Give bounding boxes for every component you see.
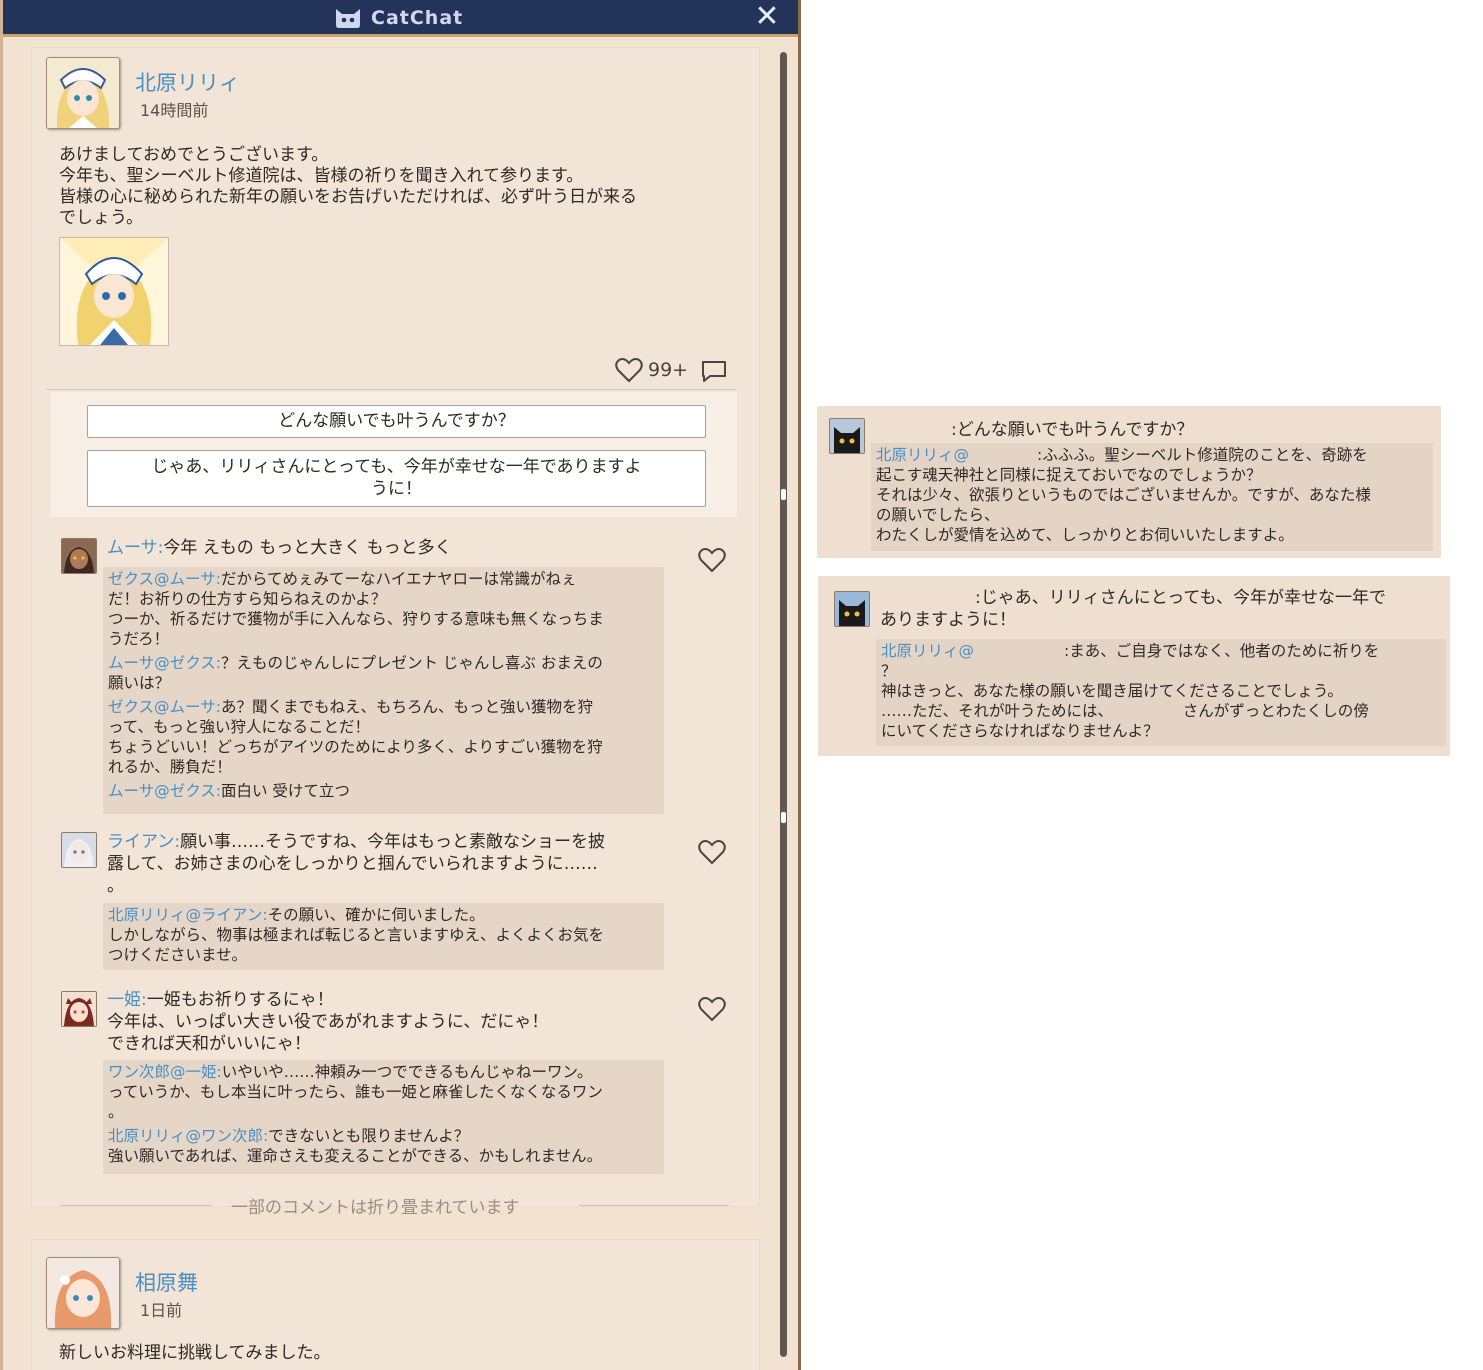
feed-scroll-area[interactable]: 北原リリィ 14時間前 あけましておめでとうございます。 今年も、聖シーベルト修… <box>3 37 798 1370</box>
post-author[interactable]: 北原リリィ <box>135 67 240 97</box>
comment-icon[interactable] <box>700 359 728 383</box>
scroll-marker <box>781 489 786 500</box>
heart-icon[interactable] <box>698 839 726 865</box>
post-time: 1日前 <box>140 1301 183 1320</box>
cat-avatar <box>829 418 865 454</box>
divider <box>61 1205 211 1206</box>
avatar[interactable] <box>61 538 97 574</box>
collapsed-comments-note[interactable]: 一部のコメントは折り畳まれています <box>231 1193 520 1218</box>
app-title-text: CatChat <box>371 7 464 29</box>
heart-icon[interactable] <box>698 996 726 1022</box>
like-count: 99+ <box>648 359 689 381</box>
reply-thread: 北原リリィ@:まあ、ご自身ではなく、他者のために祈りを ？ 神はきっと、あなた様… <box>876 639 1446 746</box>
quick-reply-button-2[interactable]: じゃあ、リリィさんにとっても、今年が幸せな一年でありますよ うに！ <box>87 450 706 507</box>
comment: ムーサ:今年 えもの もっと大きく もっと多く <box>107 538 452 558</box>
divider <box>46 389 736 390</box>
close-icon[interactable]: ✕ <box>754 2 780 32</box>
avatar[interactable] <box>61 832 97 868</box>
reply-thread: ワン次郎@一姫:いやいや……神頼み一つでできるもんじゃねーワン。 っていうか、も… <box>103 1060 664 1174</box>
reply-thread: 北原リリィ@:ふふふ。聖シーベルト修道院のことを、奇跡を 起こす魂天神社と同様に… <box>871 443 1433 551</box>
message-detail-panel: :じゃあ、リリィさんにとっても、今年が幸せな一年で ありますように！ 北原リリィ… <box>818 576 1450 756</box>
cat-avatar <box>834 591 870 627</box>
post-author[interactable]: 相原舞 <box>135 1267 198 1297</box>
quick-reply-button-1[interactable]: どんな願いでも叶うんですか？ <box>87 405 706 438</box>
heart-icon[interactable] <box>698 547 726 573</box>
scroll-marker <box>781 812 786 823</box>
reply-thread: ゼクス@ムーサ:だからてめぇみてーなハイエナヤローは常識がねぇ だ！お祈りの仕方… <box>103 567 664 814</box>
comment-author[interactable]: ライアン <box>107 832 174 852</box>
post-time: 14時間前 <box>140 101 209 120</box>
comment-author[interactable]: 一姫 <box>107 990 141 1010</box>
cat-logo-icon <box>336 9 360 28</box>
app-title: CatChat <box>333 4 463 32</box>
comment: ライアン:願い事……そうですね、今年はもっと素敵なショーを披 露して、お姉さまの… <box>107 832 606 896</box>
catchat-window: CatChat ✕ 北原リリィ 14時間前 あけましておめでとうございます。 今… <box>0 0 801 1370</box>
avatar[interactable] <box>46 57 120 129</box>
avatar[interactable] <box>46 1257 120 1329</box>
player-message: :じゃあ、リリィさんにとっても、今年が幸せな一年で ありますように！ <box>880 588 1387 630</box>
comment-text: 今年 えもの もっと大きく もっと多く <box>163 538 452 558</box>
title-bar: CatChat ✕ <box>3 0 798 37</box>
heart-icon[interactable] <box>615 357 643 383</box>
avatar[interactable] <box>61 991 97 1027</box>
post-body: 新しいお料理に挑戦してみました。 <box>59 1343 331 1363</box>
reply-thread: 北原リリィ@ライアン:その願い、確かに伺いました。 しかしながら、物事は極まれば… <box>103 903 664 970</box>
divider <box>579 1205 729 1206</box>
post-body: あけましておめでとうございます。 今年も、聖シーベルト修道院は、皆様の祈りを聞き… <box>59 145 637 228</box>
scrollbar[interactable] <box>780 52 787 1357</box>
post-image[interactable] <box>59 237 169 346</box>
player-message: :どんな願いでも叶うんですか？ <box>951 420 1194 440</box>
comment: 一姫:一姫もお祈りするにゃ！ 今年は、いっぱい大きい役であがれますように、だにゃ… <box>107 990 549 1054</box>
message-detail-panel: :どんな願いでも叶うんですか？ 北原リリィ@:ふふふ。聖シーベルト修道院のことを… <box>817 406 1441 558</box>
comment-author[interactable]: ムーサ <box>107 538 158 558</box>
